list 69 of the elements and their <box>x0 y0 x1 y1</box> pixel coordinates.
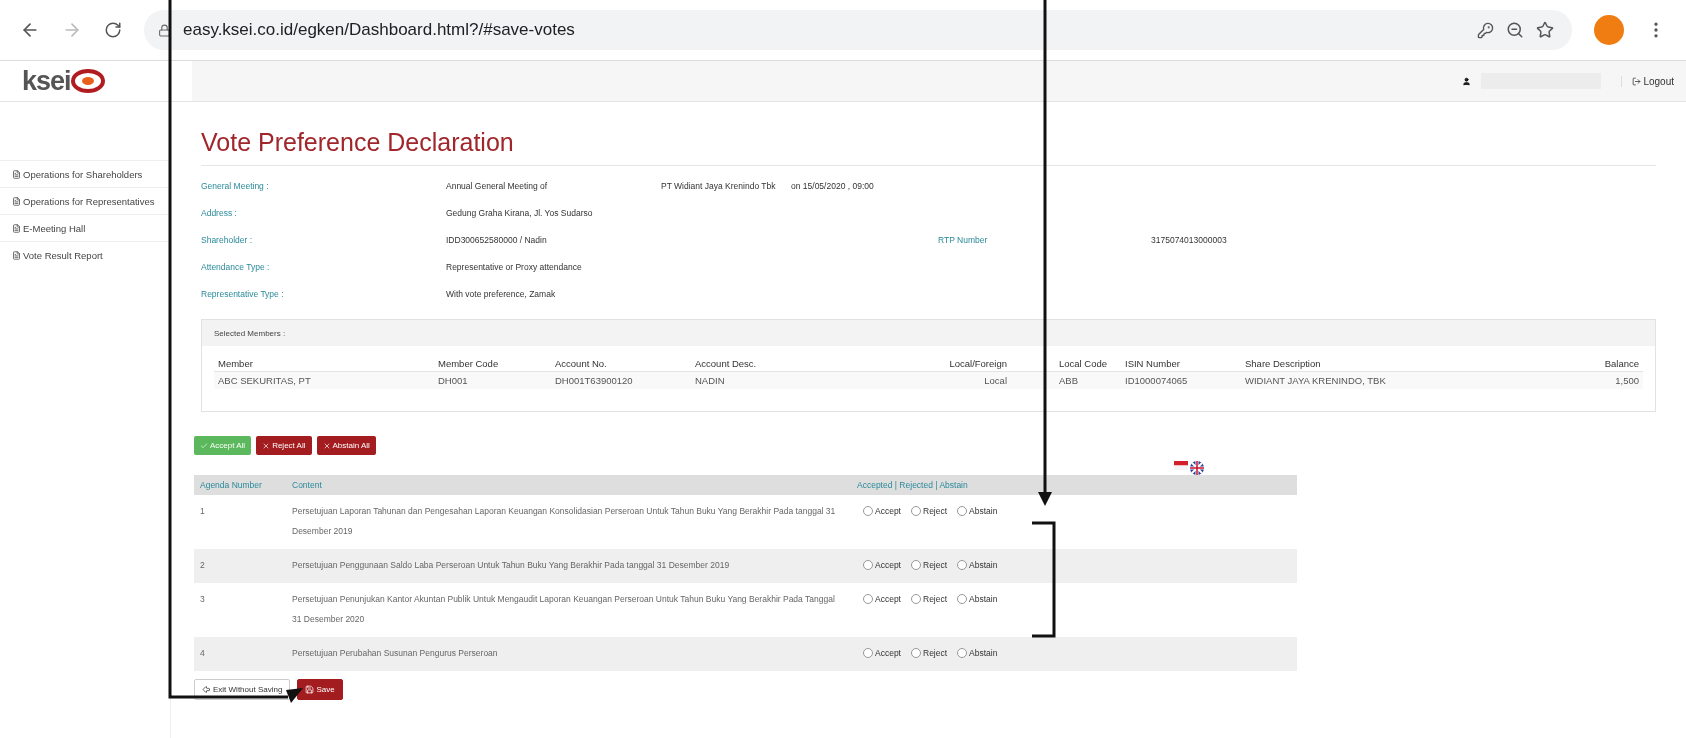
vote-option[interactable]: Reject <box>911 501 948 521</box>
field-value: Representative or Proxy attendance <box>446 261 583 272</box>
field-label: Attendance Type : <box>201 261 271 272</box>
agenda-content: Persetujuan Laporan Tahunan dan Pengesahan Laporan Keuangan Konsolidasian Perseroan Untuk Tahun Buku Yang Berakhir Pada tanggal 31 Desember 2019 <box>286 495 851 549</box>
exit-button[interactable]: Exit Without Saving <box>194 679 291 700</box>
table-cell: WIDIANT JAYA KRENINDO, TBK <box>1241 371 1571 389</box>
field-value: 3175074013000003 <box>1151 234 1228 245</box>
table-cell: ID1000074065 <box>1121 371 1241 389</box>
field-label: Shareholder : <box>201 234 254 245</box>
column-header: Content <box>286 475 851 495</box>
field-label: Representative Type : <box>201 288 285 299</box>
save-button[interactable]: Save <box>297 679 343 700</box>
address-bar[interactable]: easy.ksei.co.id/egken/Dashboard.html?/#save-votes <box>144 10 1572 50</box>
vote-option[interactable]: Abstain <box>957 555 998 575</box>
field-value: Annual General Meeting of <box>446 180 549 191</box>
vote-option[interactable]: Abstain <box>957 589 998 609</box>
table-cell: NADIN <box>691 371 861 389</box>
field-value: IDD300652580000 / Nadin <box>446 234 548 245</box>
page-title: Vote Preference Declaration <box>201 128 1656 166</box>
field-value: PT Widiant Jaya Krenindo Tbk <box>661 180 777 191</box>
column-header: Member <box>214 356 434 372</box>
agenda-content: Persetujuan Penggunaan Saldo Laba Perseroan Untuk Tahun Buku Yang Berakhir Pada tanggal 31 Desember 2019 <box>286 549 851 583</box>
vote-option[interactable]: Accept <box>863 589 901 609</box>
logout-link[interactable]: Logout <box>1621 75 1674 87</box>
agenda-number: 3 <box>194 583 286 637</box>
agenda-content: Persetujuan Penunjukan Kantor Akuntan Publik Untuk Mengaudit Laporan Keuangan Perseroan Untuk Tahun Buku Yang Berakhir Pada Tanggal 31 Desember 2020 <box>286 583 851 637</box>
table-cell: DH001T63900120 <box>551 371 691 389</box>
column-header: Local Code <box>1011 356 1121 372</box>
column-header: Member Code <box>434 356 551 372</box>
sidebar-item[interactable]: Operations for Representatives <box>0 187 170 214</box>
column-header: Local/Foreign <box>861 356 1011 372</box>
vote-option[interactable]: Reject <box>911 555 948 575</box>
column-header: Account No. <box>551 356 691 372</box>
table-cell: 1,500 <box>1571 371 1643 389</box>
column-header: Balance <box>1571 356 1643 372</box>
sidebar-item[interactable]: Operations for Shareholders <box>0 160 170 187</box>
field-value: Gedung Graha Kirana, Jl. Yos Sudarso <box>446 207 594 218</box>
vote-option[interactable]: Abstain <box>957 501 998 521</box>
table-cell: ABC SEKURITAS, PT <box>214 371 434 389</box>
sidebar-item[interactable]: E-Meeting Hall <box>0 214 170 241</box>
field-value: With vote preference, Zamak <box>446 288 557 299</box>
agenda-number: 1 <box>194 495 286 549</box>
agenda-content: Persetujuan Perubahan Susunan Pengurus Perseroan <box>286 637 851 671</box>
agenda-number: 4 <box>194 637 286 671</box>
vote-option[interactable]: Accept <box>863 501 901 521</box>
vote-option[interactable]: Reject <box>911 589 948 609</box>
vote-option[interactable]: Reject <box>911 643 948 663</box>
table-cell: DH001 <box>434 371 551 389</box>
column-header: ISIN Number <box>1121 356 1241 372</box>
logo-text: ksei <box>22 65 71 97</box>
url-text: easy.ksei.co.id/egken/Dashboard.html?/#save-votes <box>183 20 576 40</box>
field-label: General Meeting : <box>201 180 270 191</box>
bulk-vote-button[interactable]: Abstain All <box>316 436 376 455</box>
vote-option[interactable]: Accept <box>863 555 901 575</box>
field-label: RTP Number <box>938 234 989 245</box>
table-cell: ABB <box>1011 371 1121 389</box>
agenda-number: 2 <box>194 549 286 583</box>
panel-title: Selected Members : <box>202 320 1655 346</box>
column-header: Account Desc. <box>691 356 861 372</box>
sidebar-item[interactable]: Vote Result Report <box>0 241 170 268</box>
field-value: on 15/05/2020 , 09:00 <box>791 180 875 191</box>
column-header: Agenda Number <box>194 475 286 495</box>
vote-option[interactable]: Abstain <box>957 643 998 663</box>
column-header: Accepted | Rejected | Abstain <box>851 475 1297 495</box>
table-cell: Local <box>861 371 1011 389</box>
vote-option[interactable]: Accept <box>863 643 901 663</box>
bulk-vote-button[interactable]: Reject All <box>256 436 312 455</box>
field-label: Address : <box>201 207 238 218</box>
column-header: Share Description <box>1241 356 1571 372</box>
